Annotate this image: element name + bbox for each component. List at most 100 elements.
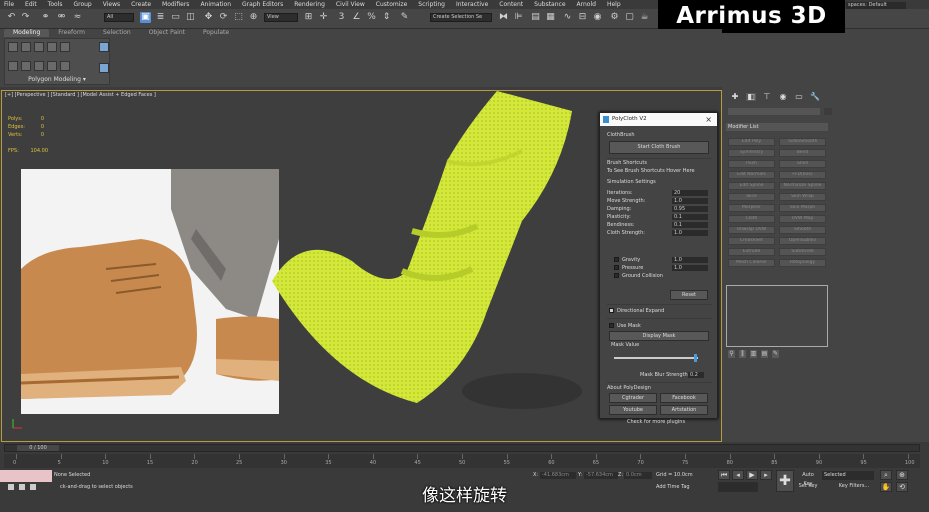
pivot-icon[interactable]: ⊞ — [303, 12, 314, 23]
create-tab-icon[interactable]: ✚ — [730, 93, 740, 101]
selection-filter-combo[interactable]: All — [104, 13, 134, 22]
modifier-button[interactable]: Smooth — [779, 226, 826, 234]
modify-mode-icon[interactable] — [8, 61, 18, 71]
force-input[interactable]: 1.0 — [672, 265, 708, 271]
reference-coord-combo[interactable]: View — [264, 13, 298, 22]
menu-item-substance[interactable]: Substance — [534, 1, 565, 8]
border-icon[interactable] — [34, 42, 44, 52]
select-by-name-icon[interactable]: ≣ — [155, 12, 166, 23]
rect-selection-icon[interactable]: ▭ — [170, 12, 181, 23]
menu-item-arnold[interactable]: Arnold — [577, 1, 596, 8]
viewport-label[interactable]: [+] [Perspective ] [Standard ] [Model As… — [5, 92, 156, 98]
configure-sets-icon[interactable]: ✎ — [772, 350, 779, 358]
menu-item-customize[interactable]: Customize — [376, 1, 408, 8]
menu-item-create[interactable]: Create — [131, 1, 151, 8]
modifier-button[interactable]: Bend — [779, 149, 826, 157]
utilities-tab-icon[interactable]: 🔧 — [810, 93, 820, 101]
render-setup-icon[interactable]: ⚙ — [609, 12, 620, 23]
select-manipulate-icon[interactable]: ✛ — [318, 12, 329, 23]
remove-modifier-icon[interactable]: ▤ — [761, 350, 768, 358]
display-mask-button[interactable]: Display Mask — [609, 331, 709, 341]
artstation-button[interactable]: Artstation — [660, 405, 708, 415]
object-color-swatch[interactable] — [824, 108, 832, 115]
modifier-list-dropdown[interactable]: Modifier List — [726, 123, 828, 131]
edge-icon[interactable] — [21, 42, 31, 52]
modifier-button[interactable]: FFD(box) — [779, 171, 826, 179]
key-selection-combo[interactable]: Selected — [822, 471, 874, 480]
tab-selection[interactable]: Selection — [94, 29, 140, 37]
modifier-button[interactable]: Symmetry — [728, 149, 775, 157]
reset-button[interactable]: Reset — [670, 290, 708, 300]
menu-item-civil-view[interactable]: Civil View — [336, 1, 365, 8]
menu-item-tools[interactable]: Tools — [48, 1, 63, 8]
tab-freeform[interactable]: Freeform — [49, 29, 94, 37]
more-plugins-link[interactable]: Check for more plugins — [627, 419, 685, 425]
modifier-button[interactable]: Retopology — [779, 259, 826, 267]
modifier-stack[interactable] — [726, 285, 828, 347]
spinner-snap-icon[interactable]: ⇕ — [381, 12, 392, 23]
curve-editor-icon[interactable]: ∿ — [562, 12, 573, 23]
force-checkbox[interactable] — [614, 257, 619, 262]
menu-item-help[interactable]: Help — [607, 1, 621, 8]
play-icon[interactable]: ▶ — [746, 470, 758, 480]
force-input[interactable]: 1.0 — [672, 257, 708, 263]
start-cloth-brush-button[interactable]: Start Cloth Brush — [609, 141, 709, 154]
zoom-icon[interactable]: ⌕ — [880, 470, 892, 480]
tab-modeling[interactable]: Modeling — [4, 29, 50, 37]
modifier-button[interactable]: OpenSubdiv — [779, 237, 826, 245]
menu-item-edit[interactable]: Edit — [25, 1, 37, 8]
placement-icon[interactable]: ⊕ — [248, 12, 259, 23]
show-end-result-icon[interactable]: ‖ — [739, 350, 746, 358]
modifier-button[interactable]: Shell — [779, 160, 826, 168]
collapse-icon[interactable] — [34, 61, 44, 71]
tab-populate[interactable]: Populate — [194, 29, 238, 37]
show-cage-icon[interactable] — [99, 63, 109, 73]
modifier-button[interactable]: CreaseSet — [728, 237, 775, 245]
z-coord[interactable]: 0.0cm — [624, 472, 652, 479]
modifier-button[interactable]: Unwrap UVW — [728, 226, 775, 234]
preserve-uv-icon[interactable] — [47, 61, 57, 71]
menu-item-animation[interactable]: Animation — [200, 1, 231, 8]
undo-icon[interactable]: ↶ — [6, 12, 17, 23]
youtube-button[interactable]: Youtube — [609, 405, 657, 415]
param-input[interactable]: 1.0 — [672, 198, 708, 204]
unlink-icon[interactable]: ⚮ — [56, 12, 67, 23]
menu-item-content[interactable]: Content — [499, 1, 523, 8]
redo-icon[interactable]: ↷ — [20, 12, 31, 23]
polycloth-titlebar[interactable]: PolyCloth V2 × — [600, 113, 717, 126]
hierarchy-tab-icon[interactable]: ⊤ — [762, 93, 772, 101]
workspace-selector[interactable]: spaces: Default — [846, 2, 906, 9]
modifier-button[interactable]: TurboSmooth — [779, 138, 826, 146]
make-unique-icon[interactable]: ▥ — [750, 350, 757, 358]
brush-shortcuts-hint[interactable]: To See Brush Shortcuts Hover Here — [607, 168, 695, 174]
angle-snap-icon[interactable]: ∠ — [351, 12, 362, 23]
polygon-modeling-label[interactable]: Polygon Modeling ▾ — [5, 76, 109, 83]
scale-icon[interactable]: ⬚ — [233, 12, 244, 23]
force-checkbox[interactable] — [614, 273, 619, 278]
modifier-button[interactable]: Edit Normals — [728, 171, 775, 179]
mask-value-track[interactable] — [614, 354, 698, 362]
align-icon[interactable]: ⊫ — [513, 12, 524, 23]
directional-expand-checkbox[interactable] — [609, 308, 614, 313]
modifier-button[interactable]: Extrude — [728, 248, 775, 256]
time-slider[interactable]: 0 / 100 — [4, 444, 920, 452]
facebook-button[interactable]: Facebook — [660, 393, 708, 403]
modifier-button[interactable]: Skin Wrap — [779, 193, 826, 201]
pin-stack-icon[interactable]: ⚲ — [728, 350, 735, 358]
render-icon[interactable]: ☕ — [639, 12, 650, 23]
schematic-view-icon[interactable]: ⊟ — [577, 12, 588, 23]
bind-space-warp-icon[interactable]: ≈ — [72, 12, 83, 23]
menu-item-interactive[interactable]: Interactive — [456, 1, 488, 8]
modifier-button[interactable]: Mesh Cleaner — [728, 259, 775, 267]
prev-frame-icon[interactable]: ◂ — [732, 470, 744, 480]
ignore-backfacing-icon[interactable] — [99, 42, 109, 52]
menu-item-rendering[interactable]: Rendering — [294, 1, 325, 8]
modifier-button[interactable]: Push — [728, 160, 775, 168]
cgtrader-button[interactable]: Cgtrader — [609, 393, 657, 403]
menu-item-views[interactable]: Views — [103, 1, 120, 8]
param-input[interactable]: 1.0 — [672, 230, 708, 236]
modify-tab-icon[interactable]: ◧ — [746, 93, 756, 101]
link-icon[interactable]: ⚭ — [40, 12, 51, 23]
modifier-button[interactable]: Cloth — [728, 215, 775, 223]
zoom-all-icon[interactable]: ⊕ — [896, 470, 908, 480]
